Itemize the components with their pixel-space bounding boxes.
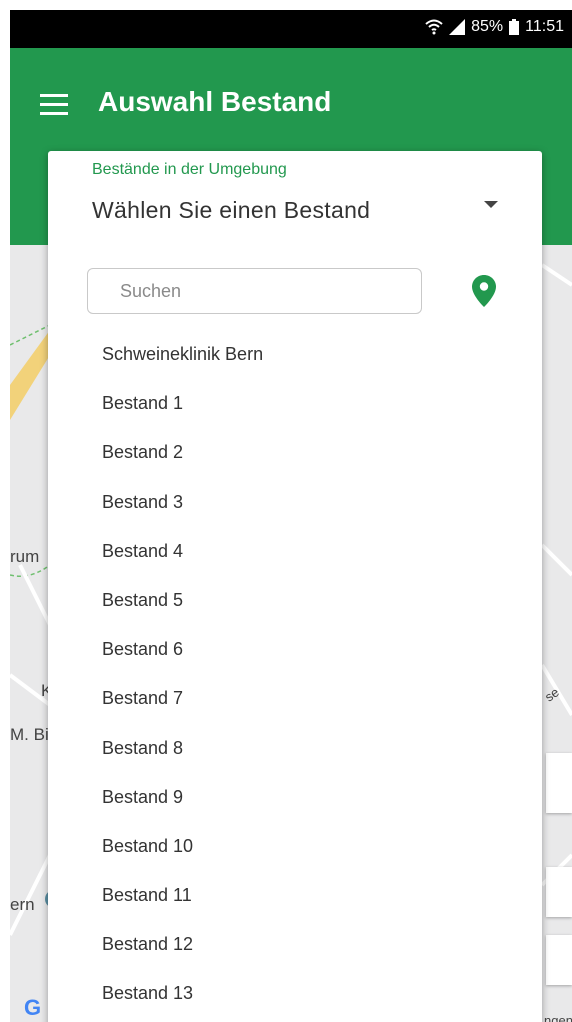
wifi-icon — [425, 19, 443, 35]
dropdown-label: Bestände in der Umgebung — [92, 161, 287, 178]
map-label: ngen — [544, 1013, 572, 1022]
battery-percent: 85% — [471, 18, 504, 35]
list-item[interactable]: Bestand 12 — [48, 920, 542, 969]
list-item[interactable]: Bestand 3 — [48, 478, 542, 527]
signal-icon — [449, 19, 466, 35]
caret-down-icon[interactable] — [484, 201, 498, 208]
map-label: ern — [10, 895, 35, 914]
dropdown-selected-value[interactable]: Wählen Sie einen Bestand — [92, 197, 370, 224]
location-pin-icon[interactable] — [472, 275, 496, 307]
app-screen: 85% 11:51 Auswahl Bestand rum K M. Bi er… — [10, 10, 572, 1022]
list-item[interactable]: Bestand 5 — [48, 576, 542, 625]
list-item[interactable]: Bestand 2 — [48, 428, 542, 477]
zoom-out-button[interactable] — [546, 935, 572, 985]
list-item[interactable]: Bestand 11 — [48, 871, 542, 920]
battery-icon — [509, 19, 520, 35]
list-item[interactable]: Bestand 1 — [48, 379, 542, 428]
map-label: M. Bi — [10, 725, 49, 744]
list-item[interactable]: Bestand 8 — [48, 724, 542, 773]
list-item[interactable]: Bestand 4 — [48, 527, 542, 576]
list-item[interactable]: Bestand 13 — [48, 969, 542, 1018]
map-control-button[interactable] — [546, 753, 572, 813]
status-indicators: 85% 11:51 — [425, 18, 564, 36]
search-input[interactable] — [87, 268, 422, 314]
list-item[interactable]: Schweineklinik Bern — [48, 330, 542, 379]
hamburger-icon[interactable] — [38, 94, 70, 116]
list-item[interactable]: Bestand 6 — [48, 625, 542, 674]
map-label: rum — [10, 547, 40, 566]
list-item[interactable]: Bestand 7 — [48, 674, 542, 723]
bestand-dropdown: Bestände in der Umgebung Wählen Sie eine… — [48, 151, 542, 1022]
page-title: Auswahl Bestand — [98, 86, 332, 117]
zoom-in-button[interactable] — [546, 867, 572, 917]
status-bar: 85% 11:51 — [10, 10, 572, 48]
list-item[interactable]: Bestand 10 — [48, 822, 542, 871]
clock: 11:51 — [525, 18, 564, 35]
google-logo: G — [24, 995, 42, 1020]
list-item[interactable]: Bestand 9 — [48, 773, 542, 822]
bestand-list: Schweineklinik Bern Bestand 1 Bestand 2 … — [48, 330, 542, 1019]
